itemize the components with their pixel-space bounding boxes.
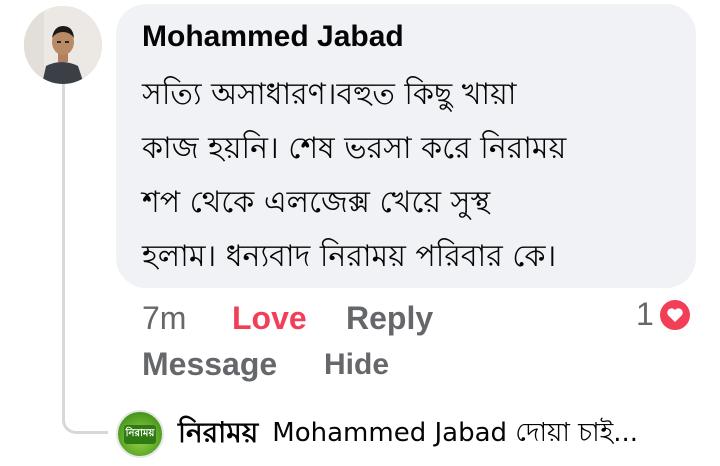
hide-button[interactable]: Hide <box>324 348 389 382</box>
thread-connector-line <box>62 84 108 434</box>
reply-preview[interactable]: নিরাময় নিরাময় Mohammed Jabad দোয়া চাই… <box>116 410 638 458</box>
heart-icon <box>657 297 692 332</box>
comment-text: সত্যি অসাধারণ।বহুত কিছু খায়া কাজ হয়নি।… <box>142 68 566 284</box>
page-avatar[interactable]: নিরাময় <box>116 410 164 458</box>
reaction-summary[interactable]: 1 <box>636 296 692 333</box>
comment-text-line: সত্যি অসাধারণ।বহুত কিছু খায়া <box>142 77 517 112</box>
comment-bubble: Mohammed Jabad সত্যি অসাধারণ।বহুত কিছু খ… <box>116 4 696 288</box>
reaction-count: 1 <box>636 296 654 332</box>
message-button[interactable]: Message <box>142 346 277 383</box>
comment-text-line: হলাম। ধন্যবাদ নিরাময় পরিবার কে। <box>142 239 557 274</box>
reply-button[interactable]: Reply <box>346 300 433 337</box>
comment-text-line: কাজ হয়নি। শেষ ভরসা করে নিরাময় <box>142 131 567 166</box>
reply-text[interactable]: Mohammed Jabad দোয়া চাই... <box>272 412 638 456</box>
reply-author-name[interactable]: নিরাময় <box>178 411 258 458</box>
comment-text-line: শপ থেকে এলজেক্স খেয়ে সুস্থ <box>142 185 491 220</box>
love-reaction-button[interactable]: Love <box>232 300 307 337</box>
comment-author-name[interactable]: Mohammed Jabad <box>142 20 404 54</box>
page-logo-text: নিরাময় <box>123 424 157 444</box>
commenter-avatar[interactable] <box>24 6 102 84</box>
commenter-photo <box>24 6 102 84</box>
comment-timestamp[interactable]: 7m <box>142 300 186 337</box>
